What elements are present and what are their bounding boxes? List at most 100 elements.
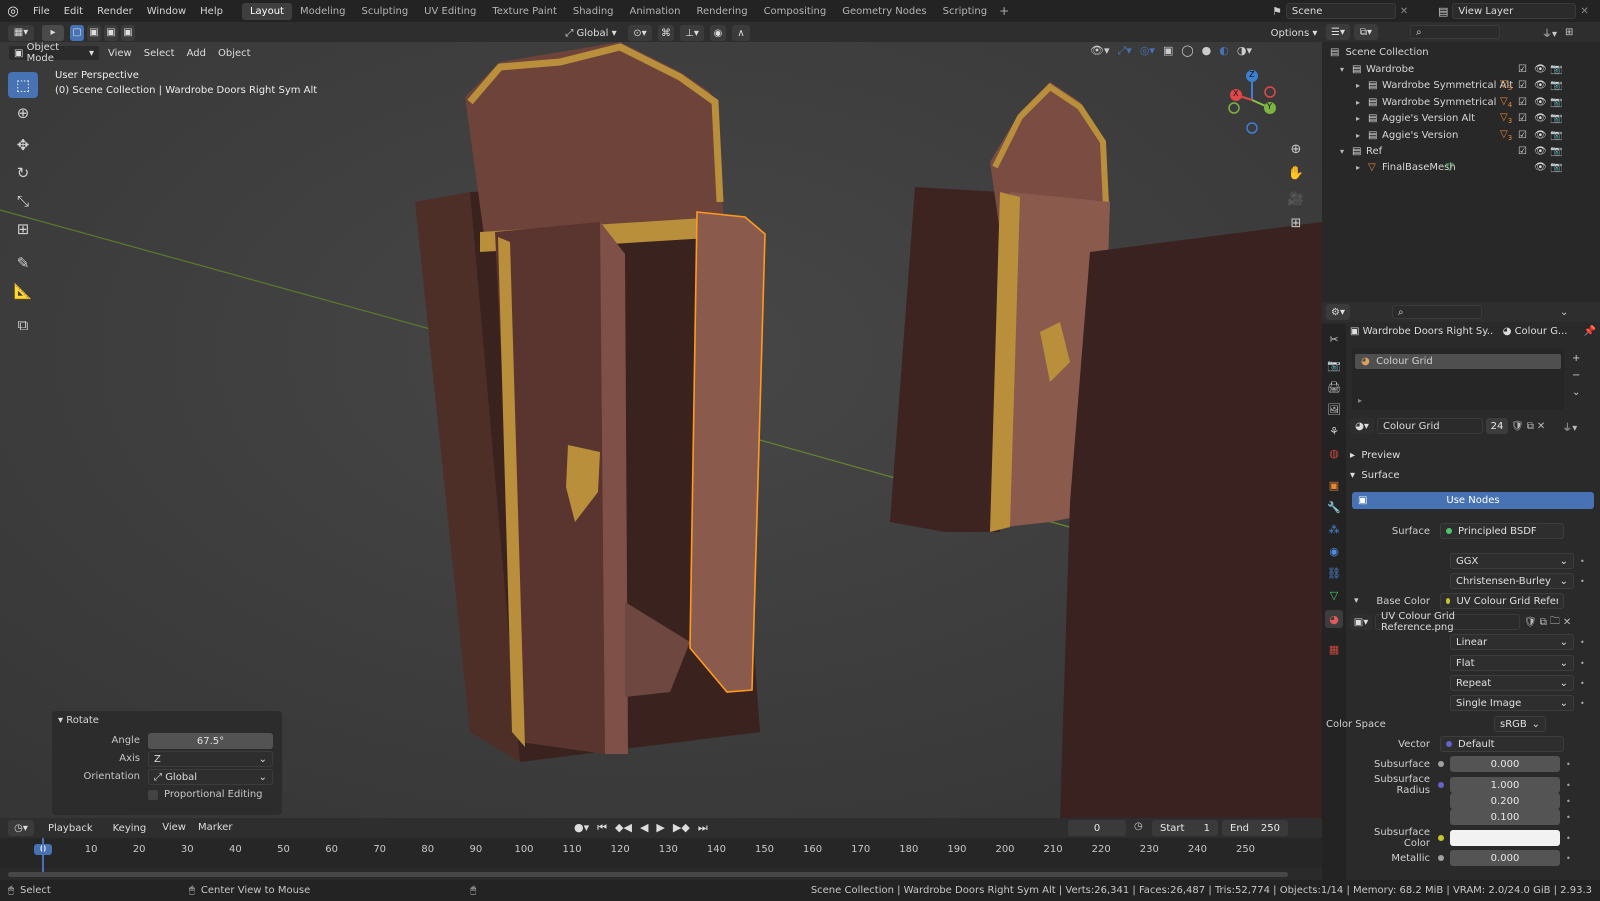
exclude-checkbox-icon[interactable]: ☑	[1518, 97, 1527, 108]
expand-toggle-icon[interactable]: ▸	[1356, 81, 1360, 90]
camera-view-icon[interactable]: 🎥	[1284, 188, 1308, 210]
texture-tab-icon[interactable]: ▦	[1325, 640, 1343, 658]
use-nodes-button[interactable]: ▣ Use Nodes	[1352, 492, 1594, 509]
particles-tab-icon[interactable]: ⁂	[1325, 520, 1343, 538]
link-type-icon[interactable]: ⏚▾	[1562, 419, 1577, 434]
property-dropdown[interactable]: Linear ⌄	[1450, 634, 1574, 650]
camera-icon[interactable]: 📷	[1550, 64, 1562, 75]
tab-sculpting[interactable]: Sculpting	[353, 3, 416, 20]
open-image-icon[interactable]: 🗀	[1550, 614, 1560, 631]
socket-icon[interactable]	[1438, 782, 1444, 788]
constraints-tab-icon[interactable]: ⛓	[1325, 564, 1343, 582]
slot-menu-icon[interactable]: ⌄	[1572, 384, 1580, 401]
mesh-count-icon[interactable]: ▽3	[1500, 112, 1512, 125]
viewport-menu-add[interactable]: Add	[187, 48, 206, 59]
scale-tool-icon[interactable]: ⤡	[8, 188, 38, 214]
playhead[interactable]	[42, 838, 44, 872]
play-reverse-icon[interactable]: ◀	[640, 821, 648, 835]
collapse-toggle-icon[interactable]: ▾	[1354, 596, 1359, 606]
tab-rendering[interactable]: Rendering	[688, 3, 755, 20]
browse-material-icon[interactable]: ◕▾	[1350, 418, 1374, 434]
output-tab-icon[interactable]: 🖨	[1325, 378, 1343, 396]
property-number-field[interactable]: 1.000	[1450, 777, 1560, 793]
outliner-search-input[interactable]: ⌕	[1410, 25, 1500, 39]
editor-type-icon[interactable]: ▦▾	[8, 24, 34, 41]
camera-icon[interactable]: 📷	[1550, 146, 1562, 157]
visibility-icon[interactable]: 👁▾	[1090, 44, 1110, 58]
outliner-display-mode-icon[interactable]: ⧉▾	[1354, 24, 1378, 40]
material-slot-item[interactable]: ◕ Colour Grid	[1355, 354, 1561, 369]
property-dropdown[interactable]: Flat ⌄	[1450, 655, 1574, 671]
jump-end-icon[interactable]: ⏭	[698, 821, 708, 835]
mesh-count-icon[interactable]: ▽4	[1500, 96, 1512, 109]
exclude-checkbox-icon[interactable]: ☑	[1518, 130, 1527, 141]
render-tab-icon[interactable]: 📷	[1325, 356, 1343, 374]
expand-toggle-icon[interactable]: ▸	[1356, 98, 1360, 107]
filter-icon[interactable]: ⏚▾	[1542, 25, 1557, 40]
select-box-tool-icon[interactable]: ⬚	[8, 72, 38, 98]
add-cube-tool-icon[interactable]: ⧉	[8, 312, 38, 338]
camera-icon[interactable]: 📷	[1550, 130, 1562, 141]
socket-icon[interactable]	[1438, 761, 1444, 767]
view-layer-selector[interactable]: View Layer	[1452, 3, 1577, 19]
animate-dot-icon[interactable]: •	[1566, 797, 1571, 806]
outliner-item[interactable]: ▸ ▤ Aggie's Version ▽3 ☑ 👁 📷	[1322, 127, 1600, 144]
tab-shading[interactable]: Shading	[565, 3, 622, 20]
animate-dot-icon[interactable]: •	[1566, 854, 1571, 863]
tab-compositing[interactable]: Compositing	[756, 3, 835, 20]
snap-target-dropdown[interactable]: ⊥▾	[680, 25, 704, 41]
angle-field[interactable]: 67.5°	[148, 733, 273, 749]
proportional-edit-toggle[interactable]: ◉	[710, 25, 726, 41]
next-keyframe-icon[interactable]: ▶◆	[673, 821, 690, 835]
image-name-field[interactable]: UV Colour Grid Reference.png	[1375, 611, 1520, 633]
viewport-menu-object[interactable]: Object	[218, 48, 251, 59]
navigation-gizmo[interactable]: Z Y X	[1222, 70, 1282, 134]
timeline-menu-keying[interactable]: Keying	[108, 821, 151, 835]
menu-edit[interactable]: Edit	[57, 6, 90, 17]
object-mode-dropdown[interactable]: ▣ Object Mode ▾	[8, 42, 100, 64]
rotate-tool-icon[interactable]: ↻	[8, 160, 38, 186]
outliner-item[interactable]: ▾ ▤ Ref ☑ 👁 📷	[1322, 143, 1600, 160]
animate-dot-icon[interactable]: •	[1580, 659, 1585, 668]
redo-panel-header[interactable]: ▾ Rotate	[58, 715, 99, 726]
surface-panel-header[interactable]: ▾ Surface	[1350, 470, 1400, 481]
animate-dot-icon[interactable]: •	[1580, 638, 1585, 647]
play-icon[interactable]: ▶	[656, 821, 664, 835]
view-layer-close-icon[interactable]: ✕	[1580, 6, 1588, 17]
scene-close-icon[interactable]: ✕	[1400, 6, 1408, 17]
mesh-count-icon[interactable]: ▽3	[1500, 129, 1512, 142]
mesh-count-icon[interactable]: ▽3	[1500, 79, 1512, 92]
property-number-field[interactable]: 0.000	[1450, 850, 1560, 866]
data-tab-icon[interactable]: ▽	[1325, 586, 1343, 604]
shading-solid-icon[interactable]: ●	[1202, 44, 1212, 58]
outliner-item[interactable]: ▸ ▤ Wardrobe Symmetrical Alt ▽3 ☑ 👁 📷	[1322, 77, 1600, 94]
property-number-field[interactable]: 0.100	[1450, 809, 1560, 825]
property-link-field[interactable]: UV Colour Grid Reference...	[1440, 593, 1564, 609]
zoom-icon[interactable]: ⊕	[1284, 138, 1308, 160]
view-layer-tab-icon[interactable]: 🖼	[1325, 400, 1343, 418]
eye-icon[interactable]: 👁	[1534, 64, 1547, 75]
overlay-toggle-icon[interactable]: ◎▾	[1140, 44, 1155, 58]
move-tool-icon[interactable]: ✥	[8, 132, 38, 158]
property-dropdown[interactable]: GGX ⌄	[1450, 553, 1574, 569]
add-slot-icon[interactable]: +	[1572, 350, 1580, 367]
3d-viewport[interactable]: User Perspective (0) Scene Collection | …	[0, 42, 1322, 818]
shading-rendered-icon[interactable]: ◑▾	[1237, 44, 1252, 58]
tool-tab-icon[interactable]: ✂	[1325, 330, 1343, 348]
start-frame-field[interactable]: Start 1	[1152, 820, 1218, 836]
expand-toggle-icon[interactable]: ▾	[1340, 147, 1344, 156]
record-icon[interactable]: ●▾	[574, 821, 589, 835]
material-tab-icon[interactable]: ◕	[1325, 610, 1343, 628]
outliner-item[interactable]: ▸ ▤ Aggie's Version Alt ▽3 ☑ 👁 📷	[1322, 110, 1600, 127]
blender-logo-icon[interactable]: ◎	[0, 4, 26, 19]
timeline-ruler[interactable]: 0102030405060708090100110120130140150160…	[0, 838, 1322, 868]
list-expand-icon[interactable]: ▸	[1358, 396, 1362, 405]
outliner-scene-collection[interactable]: ▤ Scene Collection	[1322, 44, 1600, 61]
pan-hand-icon[interactable]: ✋	[1284, 162, 1308, 184]
modifier-tab-icon[interactable]: 🔧	[1325, 498, 1343, 516]
fake-user-icon[interactable]: 🛡	[1511, 421, 1524, 432]
menu-file[interactable]: File	[26, 6, 57, 17]
options-dropdown[interactable]: Options ▾	[1270, 25, 1318, 41]
timeline-menu-playback[interactable]: Playback	[44, 821, 97, 835]
tab-texture-paint[interactable]: Texture Paint	[484, 3, 565, 20]
